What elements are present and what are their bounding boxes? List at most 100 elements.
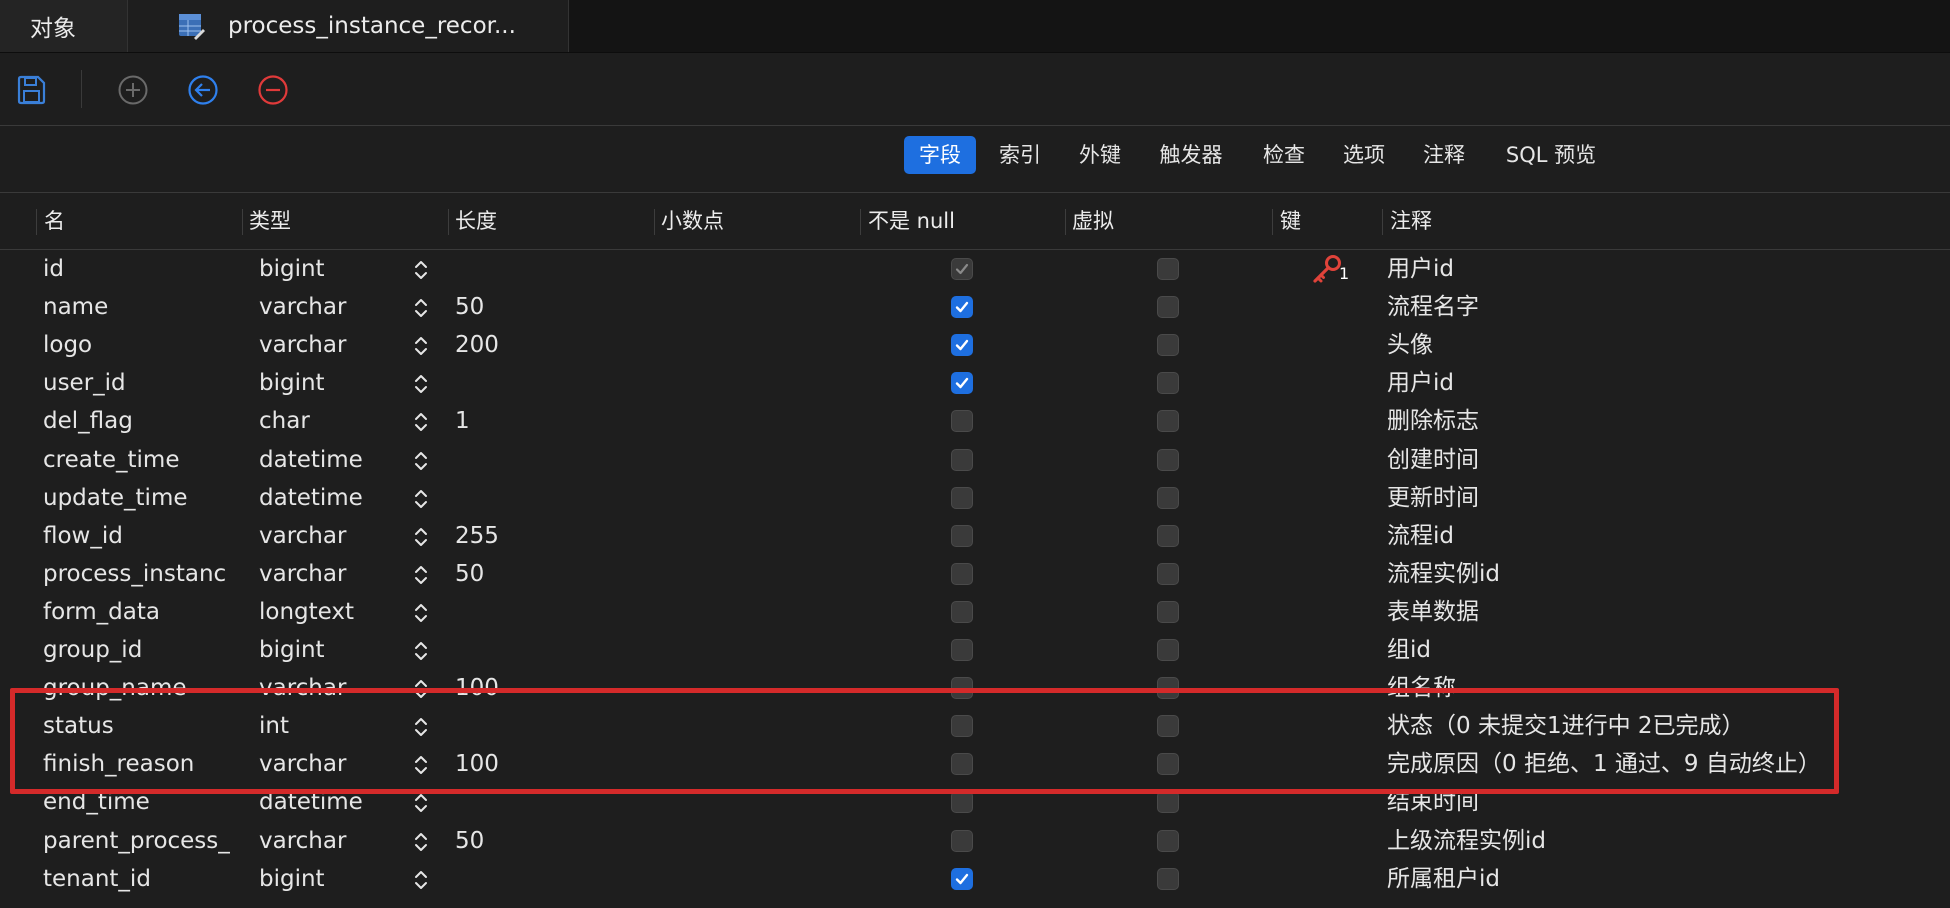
tab-indexes[interactable]: 索引 [990,136,1050,174]
type-stepper-icon[interactable] [411,677,431,701]
field-comment-cell[interactable]: 流程id [1387,517,1947,555]
field-type-cell[interactable]: varchar [259,822,409,860]
virtual-checkbox[interactable] [1157,867,1179,890]
not-null-checkbox[interactable] [951,867,973,890]
field-comment-cell[interactable]: 状态（0 未提交1进行中 2已完成） [1387,707,1947,745]
field-type-cell[interactable]: bigint [259,860,409,898]
tab-comment[interactable]: 注释 [1414,136,1474,174]
field-length-cell[interactable]: 255 [455,517,605,555]
field-type-cell[interactable]: varchar [259,326,409,364]
field-length-cell[interactable]: 200 [455,326,605,364]
column-header-length[interactable]: 长度 [455,193,497,249]
virtual-checkbox[interactable] [1157,562,1179,585]
type-stepper-icon[interactable] [411,525,431,549]
field-type-cell[interactable]: varchar [259,745,409,783]
field-length-cell[interactable]: 50 [455,555,605,593]
field-name-cell[interactable]: group_name [43,669,243,707]
field-comment-cell[interactable]: 所属租户id [1387,860,1947,898]
field-type-cell[interactable]: longtext [259,593,409,631]
type-stepper-icon[interactable] [411,410,431,434]
field-length-cell[interactable]: 50 [455,288,605,326]
column-header-name[interactable]: 名 [44,193,65,249]
field-type-cell[interactable]: datetime [259,783,409,821]
virtual-checkbox[interactable] [1157,410,1179,433]
field-type-cell[interactable]: varchar [259,517,409,555]
virtual-checkbox[interactable] [1157,296,1179,319]
virtual-checkbox[interactable] [1157,334,1179,357]
table-row[interactable]: tenant_id bigint 所属租户id [0,860,1950,898]
table-row[interactable]: update_time datetime 更新时间 [0,479,1950,517]
field-comment-cell[interactable]: 更新时间 [1387,479,1947,517]
field-comment-cell[interactable]: 上级流程实例id [1387,822,1947,860]
field-length-cell[interactable] [455,783,605,821]
tab-triggers[interactable]: 触发器 [1150,136,1232,174]
field-comment-cell[interactable]: 组名称 [1387,669,1947,707]
virtual-checkbox[interactable] [1157,677,1179,700]
tab-table-design[interactable]: process_instance_recor... [128,0,569,52]
field-comment-cell[interactable]: 组id [1387,631,1947,669]
table-row[interactable]: group_id bigint 组id [0,631,1950,669]
field-name-cell[interactable]: finish_reason [43,745,243,783]
type-stepper-icon[interactable] [411,830,431,854]
field-comment-cell[interactable]: 头像 [1387,326,1947,364]
not-null-checkbox[interactable] [951,715,973,738]
field-type-cell[interactable]: datetime [259,479,409,517]
type-stepper-icon[interactable] [411,296,431,320]
type-stepper-icon[interactable] [411,334,431,358]
field-type-cell[interactable]: bigint [259,631,409,669]
field-length-cell[interactable] [455,364,605,402]
field-name-cell[interactable]: name [43,288,243,326]
field-name-cell[interactable]: id [43,250,243,288]
virtual-checkbox[interactable] [1157,639,1179,661]
not-null-checkbox[interactable] [951,791,973,814]
column-header-comment[interactable]: 注释 [1390,193,1432,249]
not-null-checkbox[interactable] [951,486,973,509]
field-name-cell[interactable]: parent_process_ [43,822,243,860]
field-comment-cell[interactable]: 结束时间 [1387,783,1947,821]
field-comment-cell[interactable]: 删除标志 [1387,402,1947,440]
type-stepper-icon[interactable] [411,372,431,396]
field-name-cell[interactable]: form_data [43,593,243,631]
virtual-checkbox[interactable] [1157,829,1179,852]
insert-field-button[interactable] [186,73,220,107]
field-name-cell[interactable]: del_flag [43,402,243,440]
virtual-checkbox[interactable] [1157,486,1179,509]
table-row[interactable]: del_flag char 1 删除标志 [0,402,1950,440]
field-type-cell[interactable]: int [259,707,409,745]
field-name-cell[interactable]: logo [43,326,243,364]
field-type-cell[interactable]: varchar [259,555,409,593]
virtual-checkbox[interactable] [1157,258,1179,280]
type-stepper-icon[interactable] [411,449,431,473]
field-name-cell[interactable]: user_id [43,364,243,402]
not-null-checkbox[interactable] [951,677,973,700]
table-row[interactable]: name varchar 50 流程名字 [0,288,1950,326]
type-stepper-icon[interactable] [411,753,431,777]
field-type-cell[interactable]: bigint [259,364,409,402]
tab-objects[interactable]: 对象 [0,0,128,52]
table-row[interactable]: id bigint 1 用户id [0,250,1950,288]
virtual-checkbox[interactable] [1157,448,1179,471]
save-button[interactable] [14,73,48,107]
field-length-cell[interactable] [455,479,605,517]
not-null-checkbox[interactable] [951,600,973,623]
not-null-checkbox[interactable] [951,448,973,471]
column-header-type[interactable]: 类型 [249,193,291,249]
field-length-cell[interactable] [455,593,605,631]
tab-foreign-keys[interactable]: 外键 [1070,136,1130,174]
field-name-cell[interactable]: flow_id [43,517,243,555]
field-type-cell[interactable]: char [259,402,409,440]
field-type-cell[interactable]: bigint [259,250,409,288]
type-stepper-icon[interactable] [411,487,431,511]
type-stepper-icon[interactable] [411,715,431,739]
table-row[interactable]: status int 状态（0 未提交1进行中 2已完成） [0,707,1950,745]
field-length-cell[interactable] [455,250,605,288]
table-row[interactable]: parent_process_ varchar 50 上级流程实例id [0,822,1950,860]
field-length-cell[interactable]: 100 [455,745,605,783]
not-null-checkbox[interactable] [951,296,973,319]
field-name-cell[interactable]: tenant_id [43,860,243,898]
not-null-checkbox[interactable] [951,524,973,547]
field-length-cell[interactable] [455,707,605,745]
add-field-button[interactable] [116,73,150,107]
field-length-cell[interactable]: 50 [455,822,605,860]
field-type-cell[interactable]: varchar [259,288,409,326]
